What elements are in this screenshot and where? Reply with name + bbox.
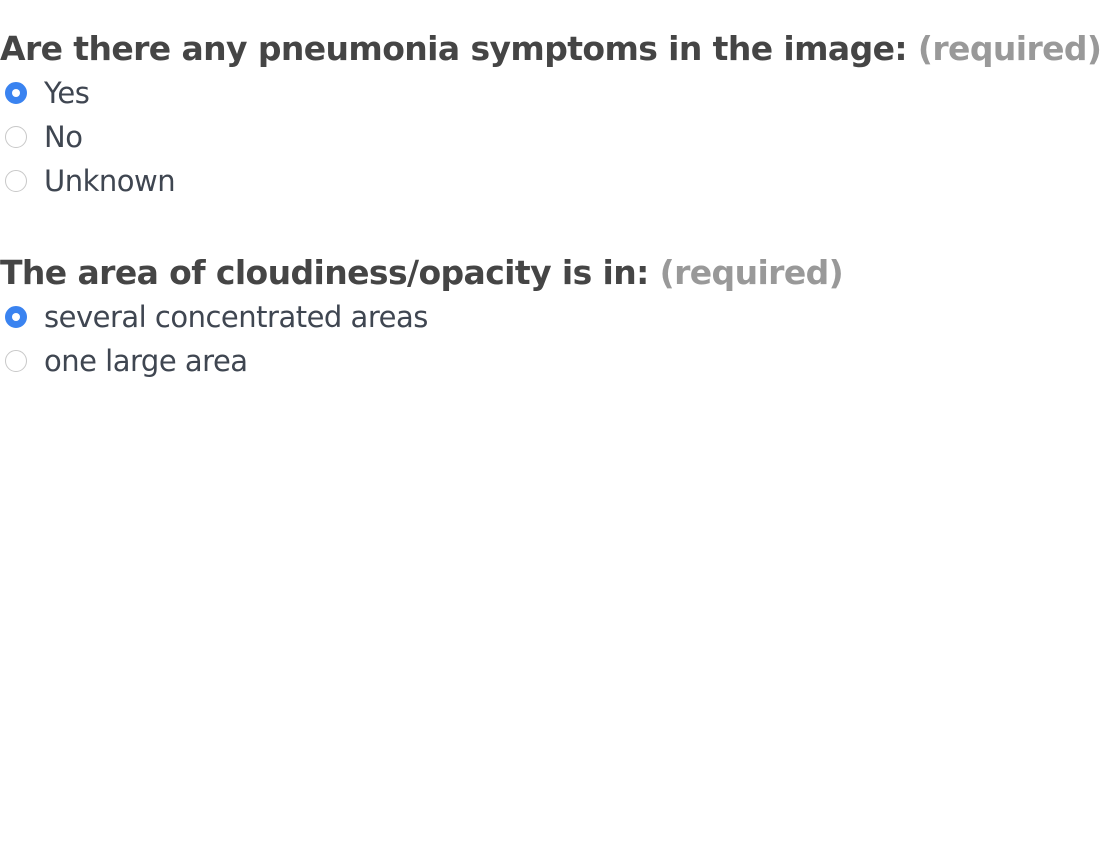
question-title: The area of cloudiness/opacity is in: (r… [0, 251, 844, 295]
question-pneumonia-symptoms: Are there any pneumonia symptoms in the … [0, 27, 1102, 203]
radio-option-unknown[interactable]: Unknown [0, 159, 1101, 203]
radio-option-no[interactable]: No [0, 115, 1101, 159]
radio-button[interactable] [5, 126, 27, 148]
radio-button[interactable] [5, 350, 27, 372]
radio-option-label[interactable]: one large area [44, 344, 248, 378]
radio-option-several-areas[interactable]: several concentrated areas [0, 295, 843, 339]
required-marker: (required) [659, 253, 844, 292]
required-marker: (required) [917, 29, 1102, 68]
question-title-text: Are there any pneumonia symptoms in the … [0, 29, 908, 68]
question-title: Are there any pneumonia symptoms in the … [0, 27, 1102, 71]
radio-option-one-large-area[interactable]: one large area [0, 339, 843, 383]
question-opacity-area: The area of cloudiness/opacity is in: (r… [0, 251, 844, 383]
radio-button[interactable] [5, 82, 27, 104]
radio-option-label[interactable]: several concentrated areas [44, 300, 428, 334]
radio-option-label[interactable]: Unknown [44, 164, 176, 198]
radio-option-label[interactable]: Yes [44, 76, 90, 110]
question-title-text: The area of cloudiness/opacity is in: [0, 253, 649, 292]
radio-option-yes[interactable]: Yes [0, 71, 1101, 115]
radio-option-label[interactable]: No [44, 120, 83, 154]
radio-button[interactable] [5, 170, 27, 192]
radio-button[interactable] [5, 306, 27, 328]
